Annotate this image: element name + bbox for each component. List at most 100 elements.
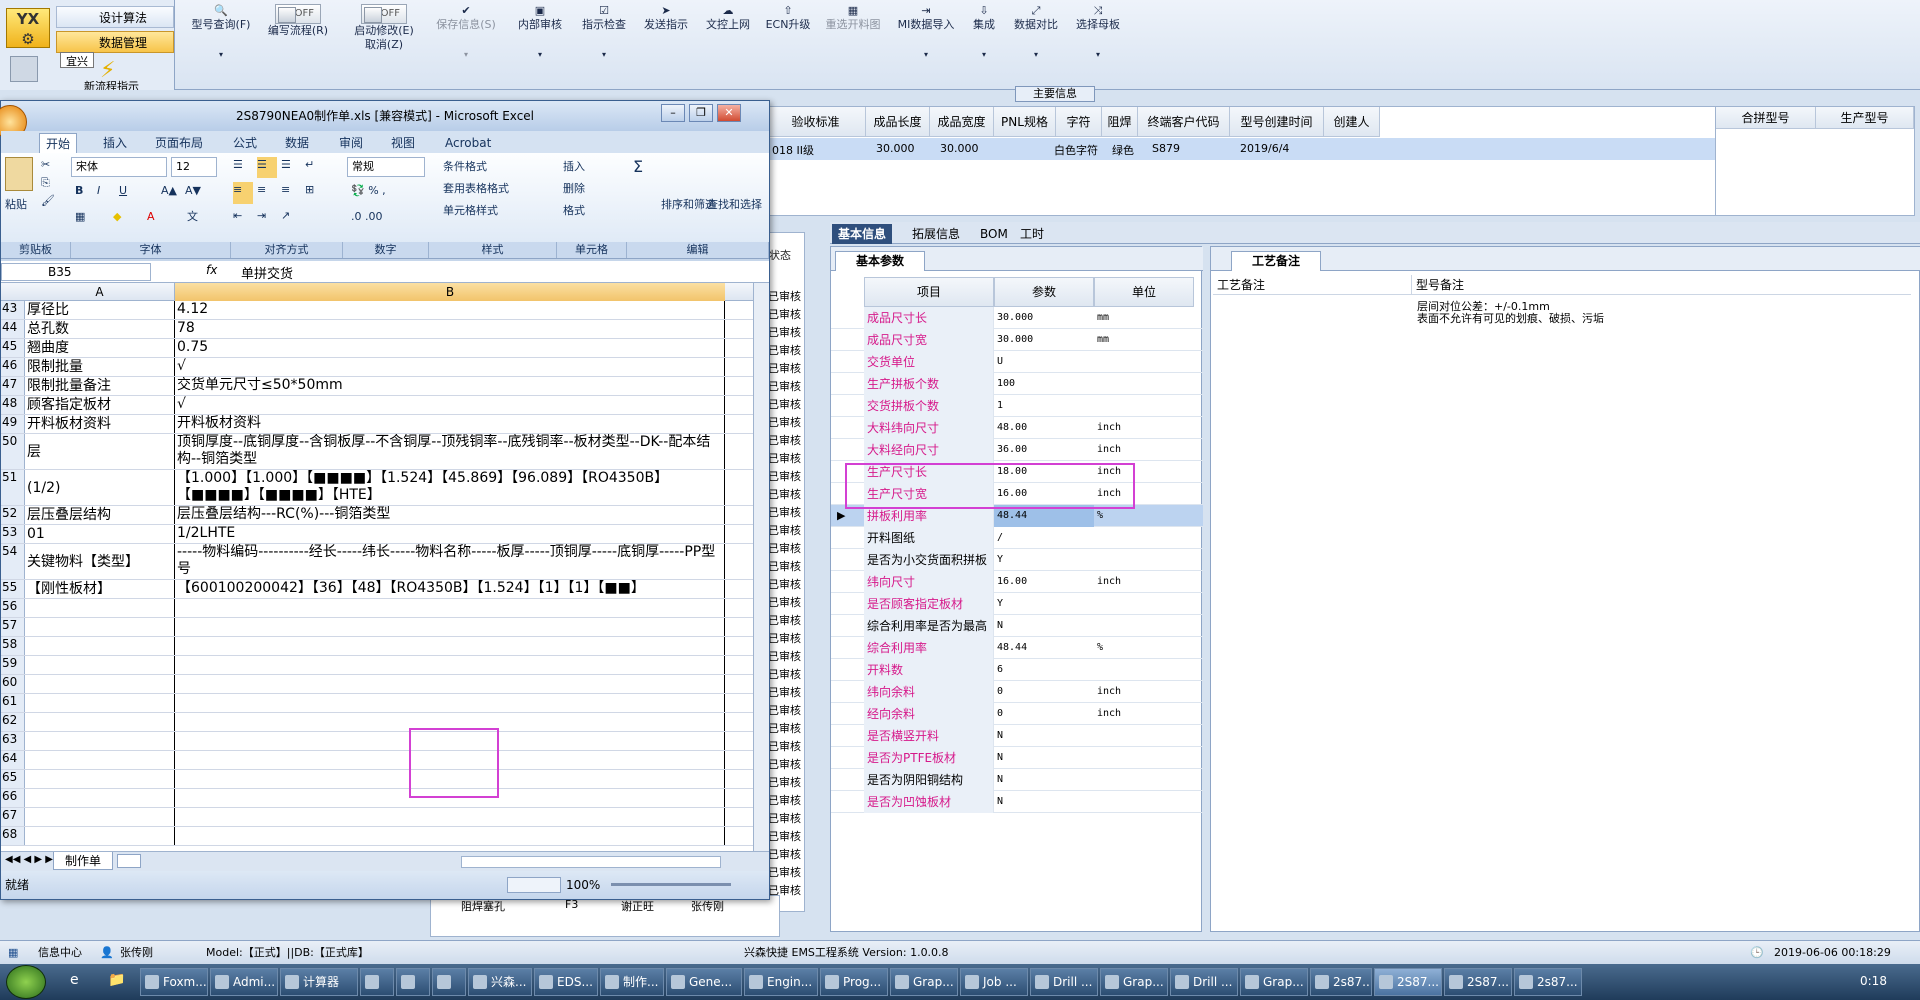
taskbar-button[interactable]: Engin... <box>744 968 818 996</box>
cell-b[interactable]: 开料板材资料 <box>175 415 725 433</box>
cell-a[interactable] <box>25 808 175 826</box>
status-cell[interactable]: 已审核 <box>768 828 801 844</box>
tab-review[interactable]: 审阅 <box>333 133 369 153</box>
ecn-upgrade-button[interactable]: ⇧ ECN升级 <box>760 4 816 32</box>
cell-b[interactable]: 【1.000】【1.000】【■■■■】【1.524】【45.869】【96.0… <box>175 470 725 505</box>
params-row[interactable]: 纬向余料 0 inch <box>831 681 1203 703</box>
shrink-font-button[interactable]: A▼ <box>185 183 201 199</box>
grid-header[interactable]: 字符 <box>1056 107 1102 137</box>
decimal-icon[interactable]: .0 .00 <box>351 209 383 225</box>
sheet-tab-zhizuodan[interactable]: 制作单 <box>53 852 113 870</box>
grid-cell[interactable]: 018 II级 <box>772 142 814 158</box>
excel-title-bar[interactable]: 2S8790NEA0制作单.xls [兼容模式] - Microsoft Exc… <box>1 101 769 131</box>
sheet-row[interactable]: 51 (1/2) 【1.000】【1.000】【■■■■】【1.524】【45.86… <box>1 470 753 506</box>
reselect-cutting-button[interactable]: ▦ 重选开料图 <box>820 4 886 32</box>
underline-button[interactable]: U <box>119 183 127 199</box>
conditional-format-button[interactable]: 条件格式 <box>443 159 487 175</box>
tab-bom[interactable]: BOM <box>974 224 1014 244</box>
cell-b[interactable] <box>175 656 725 674</box>
taskbar-button[interactable]: 计算器 <box>280 968 358 996</box>
param-value[interactable]: 1 <box>994 395 1094 417</box>
toggle-switch[interactable]: OFF <box>275 4 321 24</box>
grid-cell[interactable]: 2019/6/4 <box>1240 142 1289 155</box>
minimize-button[interactable]: – <box>661 104 685 122</box>
fx-icon[interactable]: fx <box>206 263 217 277</box>
sheet-row[interactable]: 54 关键物料【类型】 -----物料编码----------经长-----纬长--… <box>1 544 753 580</box>
vertical-scrollbar[interactable] <box>753 283 769 851</box>
cell-a[interactable]: 层压叠层结构 <box>25 506 175 524</box>
align-left-icon[interactable]: ≡ <box>233 182 253 204</box>
folder-icon[interactable]: 📁 <box>108 972 125 988</box>
param-value[interactable]: N <box>994 791 1094 813</box>
grid-header[interactable]: 成品长度 <box>866 107 930 137</box>
tab-work-hours[interactable]: 工时 <box>1014 224 1050 244</box>
column-header-b[interactable]: B <box>175 283 725 301</box>
taskbar-button[interactable]: Drill ... <box>1030 968 1098 996</box>
params-row[interactable]: 纬向尺寸 16.00 inch <box>831 571 1203 593</box>
grid-header[interactable]: 型号创建时间 <box>1230 107 1324 137</box>
align-middle-icon[interactable]: ☰ <box>257 157 277 179</box>
status-cell[interactable]: 已审核 <box>768 666 801 682</box>
status-cell[interactable]: 已审核 <box>768 522 801 538</box>
zoom-level[interactable]: 100% <box>566 871 600 899</box>
param-value[interactable]: N <box>994 769 1094 791</box>
column-header-a[interactable]: A <box>25 283 175 301</box>
params-row[interactable]: 开料图纸 / <box>831 527 1203 549</box>
indent-dec-icon[interactable]: ⇤ <box>233 208 253 229</box>
row-number[interactable]: 58 <box>1 637 25 655</box>
tab-page-layout[interactable]: 页面布局 <box>149 133 209 153</box>
cell-b[interactable]: 78 <box>175 320 725 338</box>
grid-cell[interactable]: 30.000 <box>876 142 915 155</box>
name-box[interactable]: B35 <box>1 263 151 281</box>
cell-b[interactable] <box>175 618 725 636</box>
format-cells-button[interactable]: 格式 <box>563 203 585 219</box>
params-row[interactable]: 是否为小交货面积拼板 Y <box>831 549 1203 571</box>
tab-process-remarks[interactable]: 工艺备注 <box>1231 251 1321 271</box>
status-cell[interactable]: 已审核 <box>768 558 801 574</box>
cell-a[interactable] <box>25 599 175 617</box>
fill-color-icon[interactable]: ◆ <box>113 209 121 225</box>
status-cell[interactable]: 已审核 <box>768 396 801 412</box>
taskbar-button[interactable]: Drill ... <box>1170 968 1238 996</box>
param-value[interactable]: 6 <box>994 659 1094 681</box>
tab-acrobat[interactable]: Acrobat <box>439 133 497 153</box>
param-value[interactable]: 0 <box>994 681 1094 703</box>
currency-icon[interactable]: 💱 % , <box>351 183 386 199</box>
params-row[interactable]: 交货单位 U <box>831 351 1203 373</box>
param-value[interactable]: 30.000 <box>994 329 1094 351</box>
calendar-icon[interactable] <box>10 56 38 82</box>
grid-header[interactable]: 阻焊 <box>1102 107 1138 137</box>
model-remarks-text[interactable]: 层间对位公差：+/-0.1mm 表面不允许有可见的划痕、破损、污垢 <box>1417 301 1907 325</box>
status-cell[interactable]: 已审核 <box>768 306 801 322</box>
sheet-row[interactable]: 62 <box>1 713 753 732</box>
model-query-button[interactable]: 🔍 型号查询(F) ▾ <box>186 4 256 62</box>
sheet-row[interactable]: 67 <box>1 808 753 827</box>
params-row[interactable]: 大料经向尺寸 36.00 inch <box>831 439 1203 461</box>
taskbar-button[interactable]: Gene... <box>666 968 742 996</box>
row-number[interactable]: 48 <box>1 396 25 414</box>
taskbar-button[interactable]: 制作... <box>600 968 664 996</box>
cell-b[interactable] <box>175 808 725 826</box>
status-cell[interactable]: 已审核 <box>768 324 801 340</box>
instruction-check-button[interactable]: ☑ 指示检查 ▾ <box>574 4 634 62</box>
cell-b[interactable] <box>175 599 725 617</box>
indent-inc-icon[interactable]: ⇥ <box>257 208 277 229</box>
param-value[interactable]: N <box>994 725 1094 747</box>
params-row[interactable]: 是否为PTFE板材 N <box>831 747 1203 769</box>
status-cell[interactable]: 已审核 <box>768 720 801 736</box>
row-number[interactable]: 52 <box>1 506 25 524</box>
border-icon[interactable]: ▦ <box>75 209 85 225</box>
taskbar-button[interactable]: Grap... <box>890 968 958 996</box>
worksheet-grid[interactable]: A B 43 厚径比 4.12 44 总孔数 78 45 翘曲度 0.75 46 限制批量 √ 47 限制… <box>1 283 753 851</box>
italic-button[interactable]: I <box>97 183 100 199</box>
font-name-select[interactable]: 宋体 <box>71 157 167 177</box>
number-format-select[interactable]: 常规 <box>347 157 425 177</box>
sheet-row[interactable]: 57 <box>1 618 753 637</box>
start-modify-button[interactable]: OFF 启动修改(E) 取消(Z) <box>346 4 422 52</box>
params-row[interactable]: 综合利用率 48.44% <box>831 637 1203 659</box>
copy-icon[interactable]: ⎘ <box>41 175 50 191</box>
grid-header[interactable]: 创建人 <box>1324 107 1380 137</box>
nav-data-management[interactable]: 数据管理 <box>56 31 174 53</box>
sheet-row[interactable]: 65 <box>1 770 753 789</box>
excel-window[interactable]: 2S8790NEA0制作单.xls [兼容模式] - Microsoft Exc… <box>0 100 770 900</box>
